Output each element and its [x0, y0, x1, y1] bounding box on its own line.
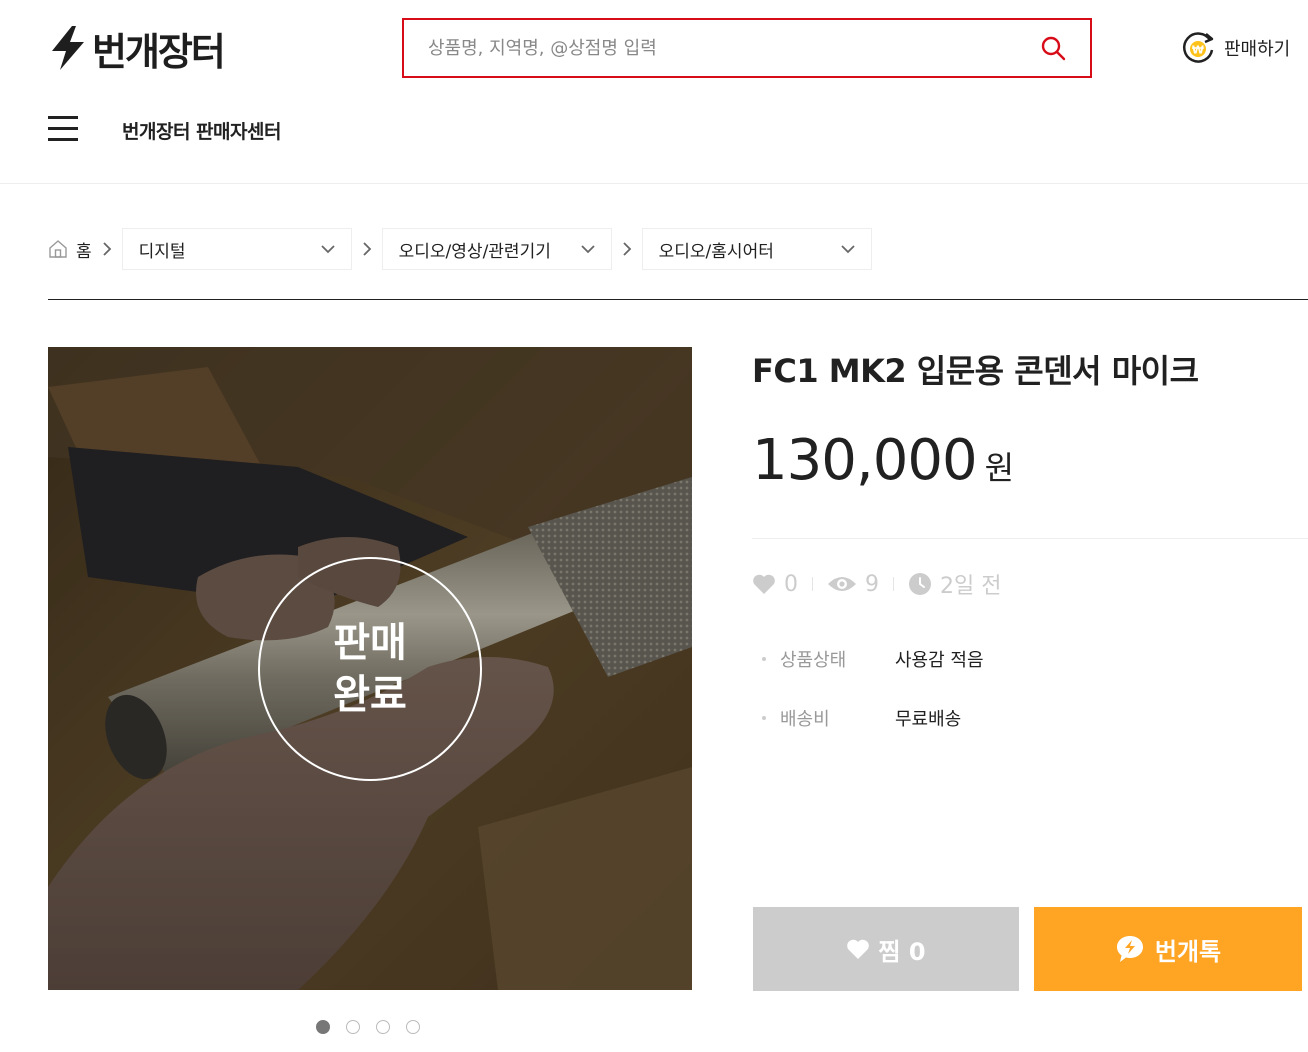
product-image[interactable]: 판매 완료: [48, 347, 692, 990]
sell-label: 판매하기: [1224, 39, 1291, 60]
chat-bubble-icon: [1116, 936, 1143, 962]
heart-icon: [753, 574, 775, 594]
sell-won-icon: ₩: [1183, 32, 1214, 63]
search-icon[interactable]: [1040, 35, 1066, 61]
lightning-icon: [52, 26, 84, 70]
eye-icon: [828, 577, 856, 591]
views-stat: 9: [827, 572, 879, 597]
image-dot-2[interactable]: [346, 1020, 360, 1034]
sold-out-badge: 판매 완료: [258, 557, 482, 781]
seller-center-link[interactable]: 번개장터 판매자센터: [122, 117, 281, 144]
home-label: 홈: [76, 241, 92, 262]
clock-icon: [909, 573, 931, 595]
sold-out-line2: 완료: [333, 672, 407, 718]
site-header: 번개장터 ₩ 판매하기 번개장터 판매자센터: [0, 0, 1308, 184]
product-price: 130,000 원: [752, 428, 1014, 493]
condition-value: 사용감 적음: [895, 650, 984, 671]
chat-label: 번개톡: [1154, 937, 1222, 966]
product-stats: 0 9 2일 전: [752, 568, 1001, 600]
stats-divider: [752, 538, 1308, 539]
posted-time: 2일 전: [940, 574, 1002, 599]
logo-text: 번개장터: [92, 29, 226, 74]
favorite-label: 찜 0: [878, 937, 926, 966]
bullet: [762, 657, 766, 661]
info-row-shipping: 배송비 무료배송: [762, 703, 961, 733]
info-row-condition: 상품상태 사용감 적음: [762, 644, 984, 674]
stat-separator: [893, 577, 894, 591]
home-icon: [49, 240, 67, 258]
chevron-down-icon: [321, 245, 335, 254]
category-select-2[interactable]: 오디오/영상/관련기기: [381, 228, 612, 270]
chevron-right-icon: [352, 242, 382, 256]
image-pagination: [316, 1020, 420, 1034]
heart-icon: [847, 939, 870, 959]
category-select-3-label: 오디오/홈시어터: [658, 241, 774, 262]
category-select-3[interactable]: 오디오/홈시어터: [641, 228, 872, 270]
chevron-right-icon: [92, 242, 122, 256]
posted-stat: 2일 전: [908, 568, 1001, 600]
likes-stat: 0: [752, 572, 798, 597]
chevron-down-icon: [841, 245, 855, 254]
likes-count: 0: [784, 571, 798, 597]
shipping-value: 무료배송: [895, 709, 962, 730]
chat-button[interactable]: 번개톡: [1034, 907, 1302, 991]
image-dot-1[interactable]: [316, 1020, 330, 1034]
search-bar: [402, 18, 1092, 78]
sold-out-line1: 판매: [333, 620, 407, 666]
section-divider: [48, 299, 1308, 300]
chevron-down-icon: [581, 245, 595, 254]
breadcrumb: 홈 디지털 오디오/영상/관련기기 오디오/홈시어터: [48, 228, 872, 270]
logo[interactable]: 번개장터: [48, 24, 226, 74]
category-select-2-label: 오디오/영상/관련기기: [398, 241, 551, 262]
sell-button[interactable]: ₩ 판매하기: [1180, 30, 1290, 66]
chevron-right-icon: [612, 242, 642, 256]
product-title: FC1 MK2 입문용 콘덴서 마이크: [752, 352, 1199, 390]
price-unit: 원: [984, 449, 1015, 487]
search-input[interactable]: [428, 37, 1040, 59]
svg-text:₩: ₩: [1192, 44, 1204, 57]
views-count: 9: [865, 571, 879, 597]
hamburger-menu-icon[interactable]: [48, 116, 78, 142]
bullet: [762, 716, 766, 720]
favorite-button[interactable]: 찜 0: [753, 907, 1019, 991]
shipping-label: 배송비: [780, 709, 830, 730]
stat-separator: [812, 577, 813, 591]
category-select-1[interactable]: 디지털: [121, 228, 352, 270]
price-value: 130,000: [752, 428, 978, 493]
condition-label: 상품상태: [780, 650, 847, 671]
image-dot-4[interactable]: [406, 1020, 420, 1034]
breadcrumb-home[interactable]: 홈: [48, 237, 92, 262]
image-dot-3[interactable]: [376, 1020, 390, 1034]
category-select-1-label: 디지털: [138, 241, 186, 262]
